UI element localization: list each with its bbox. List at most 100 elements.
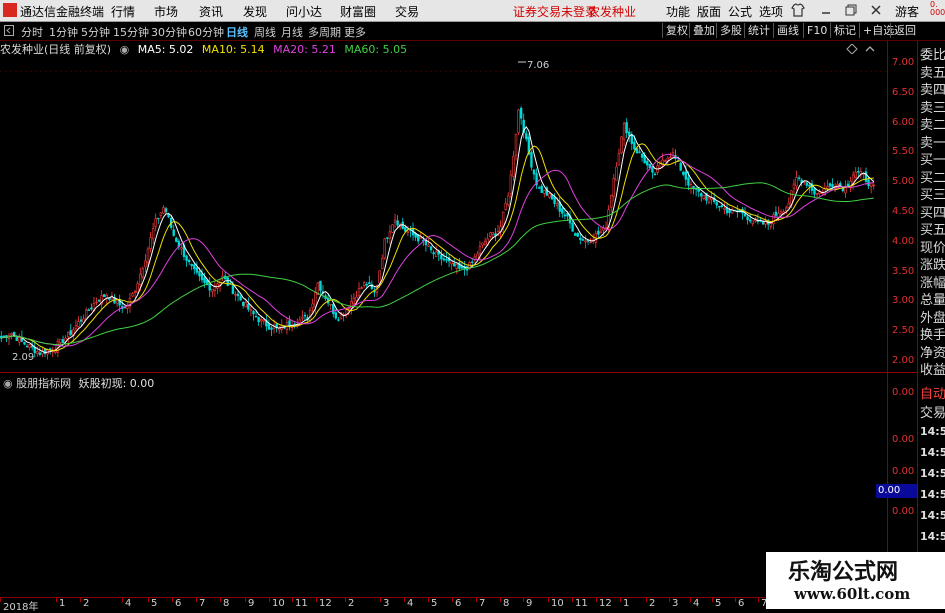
trade-time: 14:56: [920, 446, 945, 459]
candle-body: [432, 252, 435, 255]
candle-body: [236, 293, 240, 297]
btn-f10[interactable]: F10: [803, 23, 830, 38]
candle-body: [25, 345, 29, 348]
pane-divider: [0, 372, 917, 373]
candle-body: [653, 173, 657, 176]
period-daily[interactable]: 日线: [226, 24, 248, 40]
y-tick-label: 4.50: [892, 206, 915, 217]
x-tick: [548, 598, 549, 602]
btn-mark[interactable]: 标记: [830, 23, 859, 38]
period-weekly[interactable]: 周线: [254, 24, 276, 40]
btn-adjust[interactable]: 复权: [662, 23, 691, 38]
login-alert[interactable]: 证券交易未登录: [513, 3, 597, 20]
candle-body: [97, 299, 101, 302]
candle-body: [141, 268, 145, 278]
candle-body: [365, 283, 368, 286]
settings-circle-icon[interactable]: ◉: [120, 43, 130, 56]
trade-time: 14:56: [920, 488, 945, 501]
btn-back[interactable]: 返回: [890, 23, 919, 38]
panel-label: 换手: [920, 328, 945, 343]
auto-label[interactable]: 自动: [920, 383, 945, 402]
candle-body: [12, 331, 16, 336]
guest-label[interactable]: 游客: [895, 3, 919, 20]
menu-discover[interactable]: 发现: [243, 3, 267, 20]
candle-body: [622, 123, 626, 140]
x-tick: [316, 598, 317, 602]
menu-news[interactable]: 资讯: [199, 3, 223, 20]
menu-wealth[interactable]: 财富圈: [340, 3, 376, 20]
period-30min[interactable]: 30分钟: [151, 24, 187, 40]
candle-body: [2, 335, 6, 337]
x-tick-label: 4: [693, 598, 700, 609]
x-tick: [476, 598, 477, 602]
watermark-url: www.60lt.com: [794, 585, 911, 603]
candlestick-chart[interactable]: 7.06 2.09: [0, 56, 888, 371]
x-tick-label: 6: [175, 598, 182, 609]
panel-label: 买四: [920, 205, 945, 221]
candle-body: [831, 184, 834, 188]
collapse-up-icon[interactable]: [865, 44, 875, 54]
x-tick: [220, 598, 221, 602]
candle-body: [615, 166, 618, 181]
x-tick: [0, 598, 1, 602]
candle-body: [687, 177, 690, 186]
diamond-icon[interactable]: [846, 44, 858, 54]
candle-body: [23, 341, 26, 345]
close-icon[interactable]: [868, 2, 884, 18]
menu-market[interactable]: 市场: [154, 3, 178, 20]
btn-stats[interactable]: 统计: [744, 23, 773, 38]
candle-body: [314, 292, 317, 307]
candle-body: [103, 294, 106, 298]
panel-label: 涨幅: [920, 275, 945, 291]
panel-label: 买三: [920, 188, 945, 203]
x-tick: [620, 598, 621, 602]
candle-body: [440, 254, 443, 260]
trade-time: 14:56: [920, 530, 945, 543]
period-monthly[interactable]: 月线: [281, 24, 303, 40]
menu-quotes[interactable]: 行情: [111, 3, 135, 20]
period-1min[interactable]: 1分钟: [49, 24, 78, 40]
menu-function[interactable]: 功能: [666, 3, 690, 20]
candle-body: [576, 232, 579, 237]
panel-label: 净资: [920, 345, 945, 361]
minimize-icon[interactable]: [818, 2, 834, 18]
candle-body: [393, 219, 397, 223]
candle-body: [378, 270, 381, 284]
menu-options[interactable]: 选项: [759, 3, 783, 20]
panel-label: 买五: [920, 223, 945, 238]
candle-body: [638, 151, 641, 153]
menu-trade[interactable]: 交易: [395, 3, 419, 20]
candle-body: [826, 186, 829, 189]
trade-label[interactable]: 交易: [920, 402, 945, 421]
menu-layout[interactable]: 版面: [697, 3, 721, 20]
period-timeshare[interactable]: 分时: [21, 24, 43, 40]
period-multi[interactable]: 多周期: [308, 24, 341, 40]
candle-body: [553, 196, 556, 204]
menu-ask[interactable]: 问小达: [286, 3, 322, 20]
menu-formula[interactable]: 公式: [728, 3, 752, 20]
panel-label: 卖三: [920, 100, 945, 116]
period-more[interactable]: 更多: [344, 24, 366, 40]
period-15min[interactable]: 15分钟: [113, 24, 149, 40]
indicator-settings-icon[interactable]: ◉: [3, 377, 13, 390]
candle-body: [772, 214, 775, 225]
sub-y-tick: 0.00: [892, 506, 915, 517]
period-60min[interactable]: 60分钟: [188, 24, 224, 40]
x-tick: [596, 598, 597, 602]
selected-value-box: 0.00: [876, 484, 919, 498]
panel-label: 卖五: [920, 65, 945, 81]
candle-body: [36, 351, 39, 354]
period-5min[interactable]: 5分钟: [81, 24, 110, 40]
candle-body: [684, 171, 688, 180]
x-tick: [269, 598, 270, 602]
candle-body: [517, 109, 520, 133]
shirt-icon[interactable]: [790, 2, 806, 18]
candle-body: [267, 323, 271, 330]
btn-overlay[interactable]: 叠加: [689, 23, 718, 38]
x-tick-label: 5: [431, 598, 438, 609]
restore-icon[interactable]: [843, 2, 859, 18]
candle-body: [108, 297, 111, 300]
collapse-left-icon[interactable]: [4, 25, 14, 36]
btn-draw[interactable]: 画线: [773, 23, 802, 38]
btn-multistock[interactable]: 多股: [716, 23, 745, 38]
